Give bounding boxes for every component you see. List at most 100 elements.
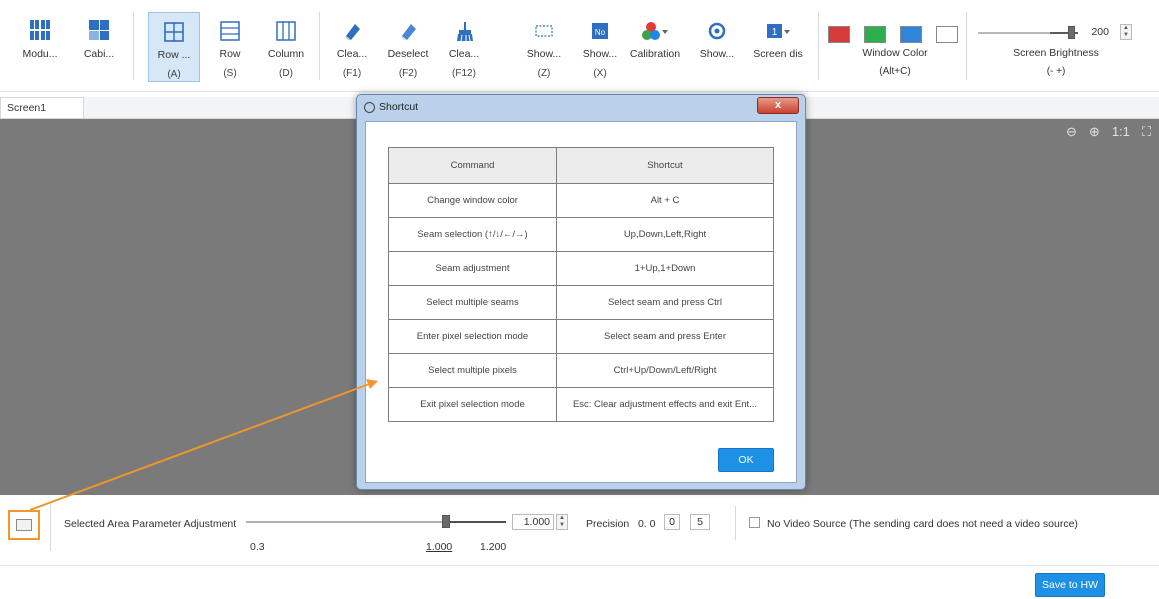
shortcut-dialog: Shortcut x Command Shortcut Change windo… xyxy=(356,94,806,490)
shortcut-cell: Up,Down,Left,Right xyxy=(556,217,774,252)
table-row: Select multiple pixels Ctrl+Up/Down/Left/… xyxy=(388,353,774,388)
shortcut-cell: Ctrl+Up/Down/Left/Right xyxy=(556,353,774,388)
table-row: Seam adjustment 1+Up,1+Down xyxy=(388,251,774,286)
tab-screen1[interactable]: Screen1 xyxy=(0,97,84,119)
precision-label: Precision 0. 0 xyxy=(586,518,655,530)
show-number-shortcut: (X) xyxy=(593,68,607,79)
shortcut-cell: Esc: Clear adjustment effects and exit E… xyxy=(556,387,774,422)
precision-prefix: 0. 0 xyxy=(637,518,656,530)
svg-text:No: No xyxy=(595,28,606,37)
row-column-label: Row ... xyxy=(157,49,191,61)
calibration-button[interactable]: Calibration xyxy=(625,12,685,82)
command-cell: Select multiple pixels xyxy=(388,353,557,388)
rgb-dots-icon xyxy=(625,12,685,42)
show-seams-button[interactable]: Show... (Z) xyxy=(518,12,570,82)
brightness-slider-track[interactable] xyxy=(978,32,1078,34)
window-color-shortcut: (Alt+C) xyxy=(879,66,911,77)
adjustment-slider-thumb[interactable] xyxy=(442,515,450,528)
color-swatch-blue[interactable] xyxy=(900,26,922,43)
command-cell: Seam adjustment xyxy=(388,251,557,286)
clear-all-button[interactable]: Clea... (F12) xyxy=(438,12,490,82)
shortcut-cell: Alt + C xyxy=(556,183,774,218)
color-swatch-white[interactable] xyxy=(936,26,958,43)
close-button[interactable]: x xyxy=(757,97,799,114)
screen-display-label: Screen dis xyxy=(753,48,803,60)
ok-button[interactable]: OK xyxy=(718,448,774,472)
deselect-eraser-icon xyxy=(382,12,434,42)
row-column-grid-icon xyxy=(149,13,199,43)
ratio-button[interactable]: 1:1 xyxy=(1112,124,1130,140)
clear-button[interactable]: Clea... (F1) xyxy=(326,12,378,82)
row-column-button[interactable]: Row ... (A) xyxy=(148,12,200,82)
color-swatch-red[interactable] xyxy=(828,26,850,43)
clear-all-label: Clea... xyxy=(448,48,480,60)
brightness-value[interactable]: 200 xyxy=(1082,24,1112,40)
eraser-icon xyxy=(326,12,378,42)
table-row: Seam selection (↑/↓/←/→) Up,Down,Left,Rig… xyxy=(388,217,774,252)
command-cell: Exit pixel selection mode xyxy=(388,387,557,422)
row-shortcut: (S) xyxy=(223,68,237,79)
table-row: Select multiple seams Select seam and pre… xyxy=(388,285,774,320)
adjustment-spinner[interactable]: ▲ ▼ xyxy=(556,514,568,530)
zoom-out-icon[interactable]: ⊖ xyxy=(1066,124,1077,140)
clear-shortcut: (F1) xyxy=(342,68,362,79)
show-button[interactable]: Show... xyxy=(691,12,743,82)
module-button[interactable]: Modu... xyxy=(14,12,66,82)
command-cell: Select multiple seams xyxy=(388,285,557,320)
column-icon xyxy=(260,12,312,42)
broom-icon xyxy=(438,12,490,42)
column-header-command: Command xyxy=(388,147,557,184)
table-row: Enter pixel selection mode Select seam an… xyxy=(388,319,774,354)
adjustment-value-input[interactable]: 1.000 xyxy=(512,514,554,530)
screen-display-button[interactable]: 1 Screen dis xyxy=(748,12,808,82)
shortcut-cell: Select seam and press Enter xyxy=(556,319,774,354)
dialog-titlebar[interactable]: Shortcut x xyxy=(357,95,805,121)
brightness-slider-thumb[interactable] xyxy=(1068,26,1075,39)
row-icon xyxy=(204,12,256,42)
show-number-button[interactable]: No Show... (X) xyxy=(574,12,626,82)
brightness-spinner[interactable]: ▲ ▼ xyxy=(1120,24,1132,40)
column-header-shortcut: Shortcut xyxy=(556,147,774,184)
dialog-app-icon xyxy=(364,102,375,113)
screen-number-icon: 1 xyxy=(748,12,808,42)
table-row: Change window color Alt + C xyxy=(388,183,774,218)
column-button[interactable]: Column (D) xyxy=(260,12,312,82)
command-cell: Seam selection (↑/↓/←/→) xyxy=(388,217,557,252)
row-button[interactable]: Row (S) xyxy=(204,12,256,82)
fit-screen-icon[interactable]: ⛶ xyxy=(1142,124,1151,140)
show-seams-shortcut: (Z) xyxy=(537,68,551,79)
precision-digit-a[interactable]: 0 xyxy=(664,514,680,530)
row-label: Row xyxy=(219,48,241,60)
no-video-source-checkbox[interactable] xyxy=(749,517,760,528)
zoom-in-icon[interactable]: ⊕ xyxy=(1089,124,1100,140)
slider-max-label: 1.200 xyxy=(480,541,507,553)
precision-digit-b[interactable]: 5 xyxy=(690,514,710,530)
toolbar: Modu... Cabi... Row ... (A) Row (S) Colu… xyxy=(0,0,1159,92)
svg-text:1: 1 xyxy=(772,27,778,38)
number-icon: No xyxy=(574,12,626,42)
shortcut-cell: 1+Up,1+Down xyxy=(556,251,774,286)
deselect-button[interactable]: Deselect (F2) xyxy=(382,12,434,82)
command-cell: Enter pixel selection mode xyxy=(388,319,557,354)
table-row: Exit pixel selection mode Esc: Clear adju… xyxy=(388,387,774,422)
module-label: Modu... xyxy=(22,48,58,60)
dashed-frame-icon xyxy=(518,12,570,42)
adjustment-slider-track[interactable] xyxy=(246,521,506,523)
clear-label: Clea... xyxy=(336,48,368,60)
deselect-label: Deselect xyxy=(387,48,429,60)
eye-icon xyxy=(691,12,743,42)
column-shortcut: (D) xyxy=(279,68,293,79)
dialog-title: Shortcut xyxy=(379,101,419,113)
cabinet-button[interactable]: Cabi... xyxy=(73,12,125,82)
save-to-hw-button[interactable]: Save to HW xyxy=(1035,573,1105,597)
show-label: Show... xyxy=(699,48,735,60)
column-label: Column xyxy=(267,48,305,60)
color-swatch-green[interactable] xyxy=(864,26,886,43)
clear-all-shortcut: (F12) xyxy=(452,68,476,79)
canvas-tools: ⊖ ⊕ 1:1 ⛶ xyxy=(1066,124,1151,140)
no-video-source-label: No Video Source (The sending card does n… xyxy=(767,518,1078,530)
cabinet-label: Cabi... xyxy=(83,48,115,60)
brightness-shortcut: (- +) xyxy=(1046,66,1066,77)
selected-area-label: Selected Area Parameter Adjustment xyxy=(64,518,237,530)
keyboard-shortcut-button[interactable] xyxy=(8,510,40,540)
